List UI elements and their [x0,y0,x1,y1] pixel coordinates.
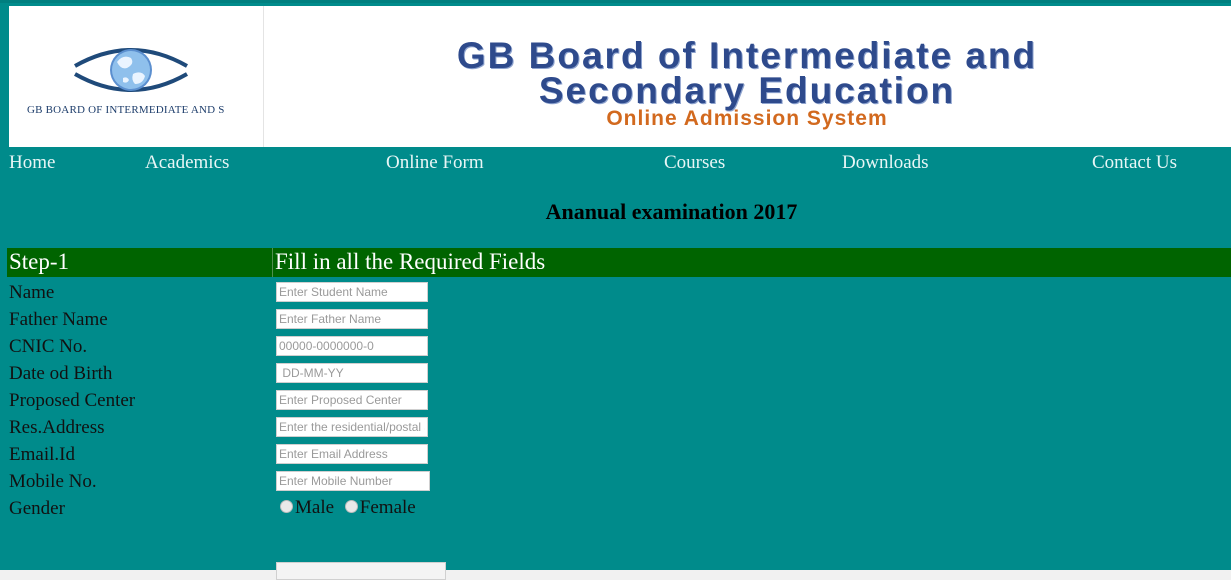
banner-title-line1: GB Board of Intermediate and [456,35,1038,76]
step-description: Fill in all the Required Fields [275,249,546,274]
nav-downloads[interactable]: Downloads [842,152,929,174]
form-row-gender: Gender Male Female [0,496,1231,523]
step-divider [272,248,273,277]
form-row-address: Res.Address [0,415,1231,442]
gender-option-male[interactable]: Male [280,497,334,518]
banner-subtitle: Online Admission System [606,107,888,130]
proposed-center-label: Proposed Center [9,390,136,411]
mobile-label: Mobile No. [9,471,97,492]
male-label: Male [295,497,335,518]
cnic-label: CNIC No. [9,336,88,357]
nav-academics[interactable]: Academics [145,152,229,174]
nav-online-form[interactable]: Online Form [386,152,484,174]
form-row-proposed-center: Proposed Center [0,388,1231,415]
male-radio[interactable] [280,500,293,514]
nav-contact-us[interactable]: Contact Us [1092,152,1177,174]
banner-title-line2: Secondary Education [538,70,956,111]
nav-home[interactable]: Home [9,152,55,174]
site-banner: GB Board of Intermediate and Secondary E… [263,6,1231,147]
email-input[interactable] [276,444,428,464]
logo-caption: GB BOARD OF INTERMEDIATE AND S [27,104,225,116]
female-label: Female [359,497,416,518]
address-input[interactable] [276,417,428,437]
address-label: Res.Address [9,417,105,438]
gender-label: Gender [9,498,65,519]
email-label: Email.Id [9,444,75,465]
form-row-father-name: Father Name [0,307,1231,334]
form-row-cnic: CNIC No. [0,334,1231,361]
form-row-dob: Date od Birth [0,361,1231,388]
father-name-label: Father Name [9,309,108,330]
globe-eye-logo-icon [74,48,188,92]
dob-input[interactable] [276,363,428,383]
dob-label: Date od Birth [9,363,113,384]
nav-courses[interactable]: Courses [664,152,725,174]
step-header: Step-1 Fill in all the Required Fields [7,248,1231,277]
father-name-input[interactable] [276,309,428,329]
cnic-input[interactable] [276,336,428,356]
gender-options: Male Female [280,497,422,519]
next-step-button[interactable] [276,562,446,580]
site-header: GB BOARD OF INTERMEDIATE AND S GB Board … [9,6,1231,147]
name-label: Name [9,282,55,303]
form-row-name: Name [0,280,1231,307]
form-row-mobile: Mobile No. [0,469,1231,496]
form-row-email: Email.Id [0,442,1231,469]
gender-option-female[interactable]: Female [344,497,416,518]
bottom-strip [0,570,1231,580]
main-nav: Home Academics Online Form Courses Downl… [0,152,1231,178]
top-strip [0,0,1231,3]
name-input[interactable] [276,282,428,302]
exam-title: Ananual examination 2017 [545,199,798,224]
female-radio[interactable] [344,500,358,514]
mobile-input[interactable] [276,471,430,491]
proposed-center-input[interactable] [276,390,428,410]
step-label: Step-1 [9,249,70,274]
board-logo: GB BOARD OF INTERMEDIATE AND S [9,6,264,147]
